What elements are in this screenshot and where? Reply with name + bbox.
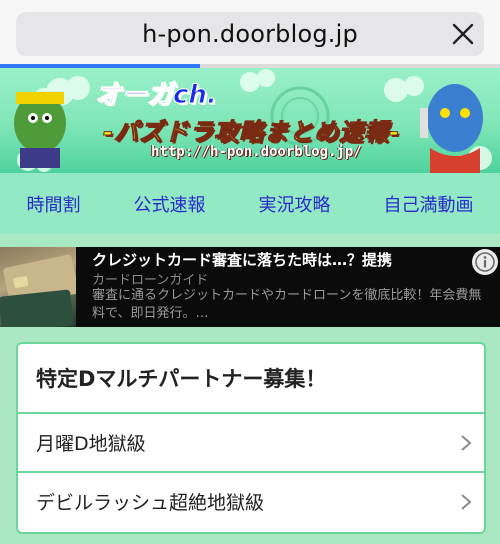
- list-item-devil-rush[interactable]: デビルラッシュ超絶地獄級: [18, 473, 484, 530]
- close-icon[interactable]: [448, 19, 478, 49]
- list-item-monday-dungeon[interactable]: 月曜D地獄級: [18, 414, 484, 473]
- chevron-right-icon: [461, 494, 472, 510]
- nav-link-official-news[interactable]: 公式速報: [134, 191, 206, 217]
- info-icon[interactable]: [472, 249, 498, 275]
- site-header-banner[interactable]: オーガch. -パズドラ攻略まとめ速報- http://h-pon.doorbl…: [0, 68, 500, 173]
- ad-title[interactable]: クレジットカード審査に落ちた時は…？提携: [92, 249, 392, 270]
- ad-thumbnail[interactable]: [0, 247, 79, 327]
- partner-recruitment-card: 特定Dマルチパートナー募集！ 月曜D地獄級 デビルラッシュ超絶地獄級: [16, 342, 486, 534]
- nav-link-timetable[interactable]: 時間割: [27, 191, 81, 217]
- left-character-illustration: [14, 92, 66, 168]
- chevron-right-icon: [461, 435, 472, 451]
- card-title: 特定Dマルチパートナー募集！: [18, 344, 484, 414]
- ad-description: 審査に通るクレジットカードやカードローンを徹底比較！年会費無料で、即日発行。…: [92, 288, 482, 321]
- banner-brand-logo: オーガch.: [95, 80, 218, 111]
- right-character-illustration: [420, 84, 483, 173]
- nav-link-self-videos[interactable]: 自己満動画: [384, 191, 474, 217]
- url-text[interactable]: h-pon.doorblog.jp: [16, 20, 484, 48]
- banner-url: http://h-pon.doorblog.jp/: [151, 144, 362, 160]
- nav-link-live-strategy[interactable]: 実況攻略: [259, 191, 331, 217]
- site-nav: 時間割 公式速報 実況攻略 自己満動画: [0, 173, 500, 234]
- ad-source: カードローンガイド: [92, 273, 209, 288]
- banner-title: -パズドラ攻略まとめ速報-: [103, 118, 400, 147]
- url-field[interactable]: h-pon.doorblog.jp: [16, 12, 484, 56]
- list-item-label: 月曜D地獄級: [36, 433, 146, 455]
- ad-banner[interactable]: クレジットカード審査に落ちた時は…？提携 カードローンガイド 審査に通るクレジッ…: [0, 247, 500, 327]
- list-item-label: デビルラッシュ超絶地獄級: [36, 492, 265, 514]
- credit-card-image: [0, 254, 79, 327]
- browser-address-bar: h-pon.doorblog.jp: [0, 0, 500, 68]
